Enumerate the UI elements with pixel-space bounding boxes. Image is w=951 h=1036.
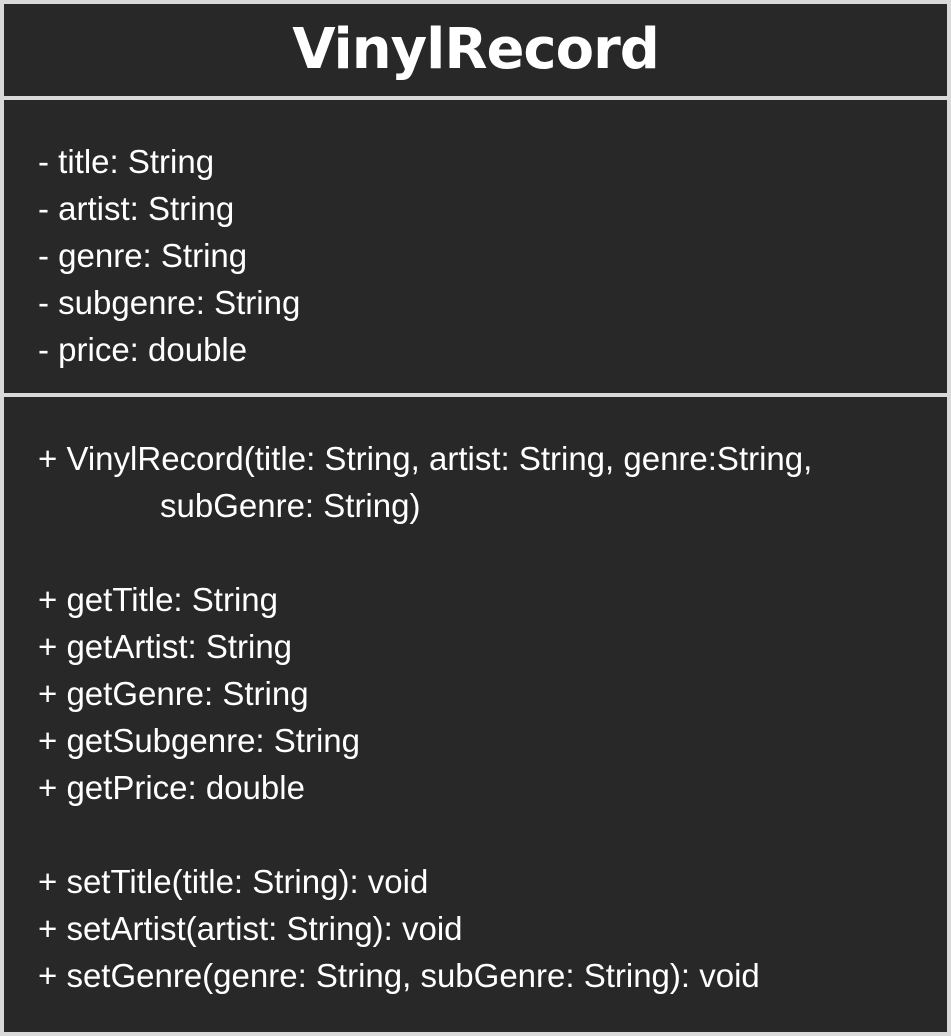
attribute-subgenre: - subgenre: String xyxy=(38,284,301,321)
attributes-compartment: - title: String - artist: String - genre… xyxy=(4,100,947,393)
method-set-artist: + setArtist(artist: String): void xyxy=(38,910,463,947)
class-name-compartment: VinylRecord xyxy=(4,4,947,96)
methods-compartment: + VinylRecord(title: String, artist: Str… xyxy=(4,397,947,1032)
attribute-title: - title: String xyxy=(38,143,215,180)
method-set-genre: + setGenre(genre: String, subGenre: Stri… xyxy=(38,957,760,994)
constructor-signature-line-1: + VinylRecord(title: String, artist: Str… xyxy=(38,440,813,477)
method-get-artist: + getArtist: String xyxy=(38,628,293,665)
attribute-price: - price: double xyxy=(38,331,248,368)
constructor-signature-line-2: subGenre: String) xyxy=(160,487,421,524)
method-get-subgenre: + getSubgenre: String xyxy=(38,722,360,759)
class-name: VinylRecord xyxy=(292,17,660,82)
method-group-spacer xyxy=(38,529,947,576)
method-get-price: + getPrice: double xyxy=(38,769,305,806)
uml-class-box: VinylRecord - title: String - artist: St… xyxy=(0,0,951,1036)
method-get-genre: + getGenre: String xyxy=(38,675,309,712)
method-get-title: + getTitle: String xyxy=(38,581,278,618)
attribute-artist: - artist: String xyxy=(38,190,235,227)
method-set-title: + setTitle(title: String): void xyxy=(38,863,429,900)
attribute-genre: - genre: String xyxy=(38,237,248,274)
method-group-spacer xyxy=(38,811,947,858)
